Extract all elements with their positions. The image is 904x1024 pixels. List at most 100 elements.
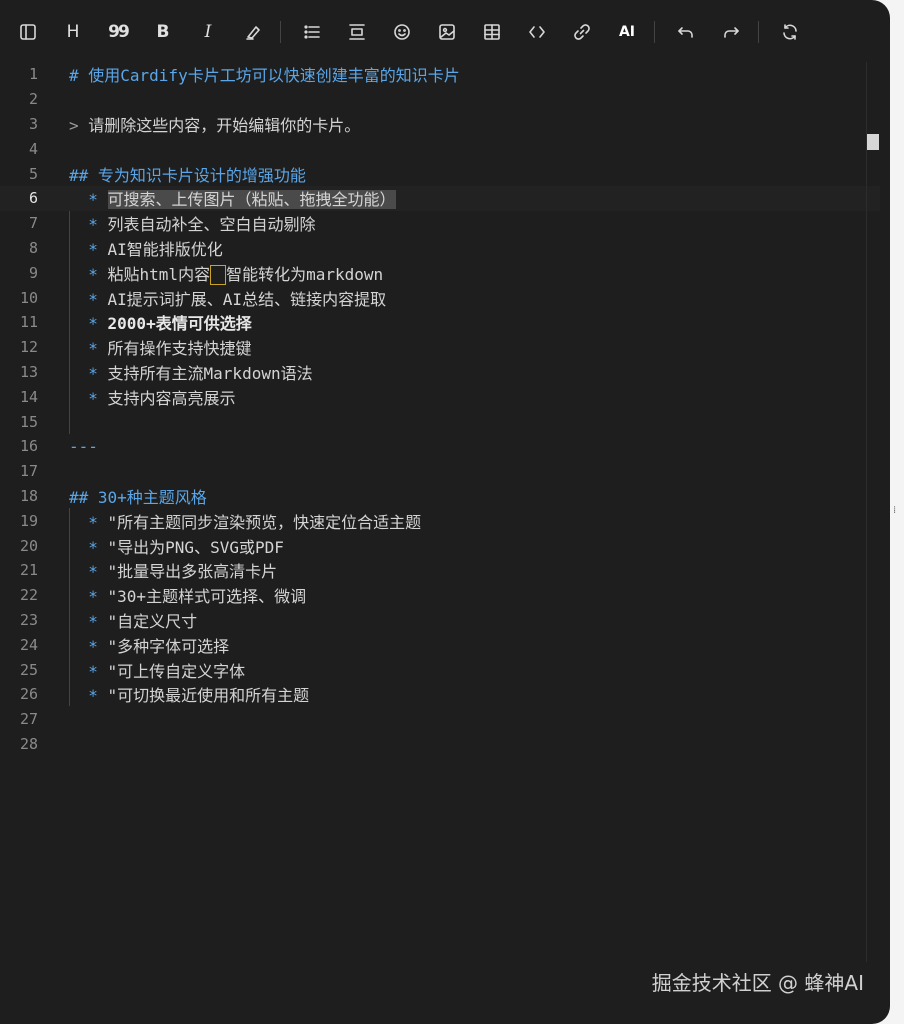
quote-icon: 99 [108,22,130,42]
line-number: 11 [19,313,38,332]
editor-line[interactable]: 25 * "可上传自定义字体 [0,657,880,682]
editor-line[interactable]: 13 * 支持所有主流Markdown语法 [0,360,880,385]
line-number: 19 [19,511,38,530]
redo-button[interactable] [717,18,745,46]
line-number: 20 [19,536,38,555]
line-number: 13 [19,362,38,381]
undo-icon [678,27,693,38]
highlight-button[interactable] [239,18,267,46]
editor-line[interactable]: 14 * 支持内容高亮展示 [0,384,880,409]
editor-line[interactable]: 1 # 使用Cardify卡片工坊可以快速创建丰富的知识卡片 [0,62,880,87]
heading-icon: H [66,22,80,42]
line-number: 23 [19,610,38,629]
editor-line[interactable]: 3 > 请删除这些内容，开始编辑你的卡片。 [0,112,880,137]
editor-line[interactable]: 10 * AI提示词扩展、AI总结、链接内容提取 [0,285,880,310]
list-item-text: 所有操作支持快捷键 [107,339,252,359]
list-bullet: * [88,190,108,210]
italic-button[interactable]: I [194,18,222,46]
scrollbar-thumb[interactable] [867,134,879,150]
list-icon [304,25,320,39]
ai-button[interactable]: AI [613,18,641,46]
editor-line[interactable]: 24 * "多种字体可选择 [0,632,880,657]
list-item-text: "批量导出多张高清卡片 [107,562,278,582]
list-bullet: * [88,512,108,532]
image-icon [439,24,455,40]
line-number: 4 [28,139,38,158]
highlighter-icon [246,26,260,40]
line-number: 12 [19,338,38,357]
code-icon [529,26,545,38]
list-bullet: * [88,562,108,582]
sidebar-icon [20,24,36,40]
bold-button[interactable]: B [149,18,177,46]
undo-button[interactable] [672,18,700,46]
heading-marker: ## [69,165,98,185]
toolbar-divider [654,21,655,43]
editor-line[interactable]: 21 * "批量导出多张高清卡片 [0,558,880,583]
line-number: 18 [19,486,38,505]
editor-line[interactable]: 15 [0,409,880,434]
image-button[interactable] [433,18,461,46]
emoji-icon [394,24,410,40]
line-number: 27 [19,710,38,729]
editor-line[interactable]: 4 [0,136,880,161]
line-number: 5 [28,164,38,183]
emoji-button[interactable] [388,18,416,46]
align-button[interactable] [343,18,371,46]
list-item-text: 粘贴html内容 [107,264,211,284]
editor-line-current[interactable]: 6 * 可搜索、上传图片（粘贴、拖拽全功能） [0,186,880,211]
list-item-text: "可上传自定义字体 [107,661,246,681]
editor-line[interactable]: 12 * 所有操作支持快捷键 [0,335,880,360]
list-bullet: * [88,363,108,383]
editor-line[interactable]: 18 ## 30+种主题风格 [0,484,880,509]
list-button[interactable] [298,18,326,46]
code-button[interactable] [523,18,551,46]
refresh-button[interactable] [776,18,804,46]
editor-line[interactable]: 16 --- [0,434,880,459]
sidebar-toggle-button[interactable] [14,18,42,46]
heading-button[interactable]: H [59,18,87,46]
table-button[interactable] [478,18,506,46]
heading-marker: ## [69,487,98,507]
editor-line[interactable]: 5 ## 专为知识卡片设计的增强功能 [0,161,880,186]
editor-line[interactable]: 7 * 列表自动补全、空白自动剔除 [0,211,880,236]
redo-icon [724,27,739,38]
editor-line[interactable]: 19 * "所有主题同步渲染预览，快速定位合适主题 [0,508,880,533]
selected-text: 可搜索、上传图片（粘贴、拖拽全功能） [107,190,396,210]
editor-line[interactable]: 26 * "可切换最近使用和所有主题 [0,682,880,707]
editor-line[interactable]: 8 * AI智能排版优化 [0,236,880,261]
quote-button[interactable]: 99 [104,18,132,46]
editor-line[interactable]: 11 * 2000+表情可供选择 [0,310,880,335]
editor-line[interactable]: 2 [0,87,880,112]
link-button[interactable] [568,18,596,46]
list-bullet: * [88,339,108,359]
toolbar-divider [280,21,281,43]
line-number: 21 [19,561,38,580]
line-number: 16 [19,437,38,456]
editor-line[interactable]: 17 [0,459,880,484]
editor-line[interactable]: 22 * "30+主题样式可选择、微调 [0,583,880,608]
editor-line[interactable]: 23 * "自定义尺寸 [0,608,880,633]
link-icon [574,24,590,40]
resize-handle-icon[interactable]: ⁞ [893,505,901,521]
list-item-text: 2000+表情可供选择 [107,314,252,334]
bold-icon: B [156,22,170,42]
heading-marker: # [69,66,89,86]
editor-line[interactable]: 9 * 粘贴html内容 智能转化为markdown [0,260,880,286]
editor-line[interactable]: 27 [0,707,880,732]
quote-marker: > [69,115,89,135]
editor-line[interactable]: 20 * "导出为PNG、SVG或PDF [0,533,880,558]
align-icon [349,24,365,40]
editor-line[interactable]: 28 [0,732,880,757]
list-bullet: * [88,215,108,235]
line-number: 22 [19,586,38,605]
list-item-text: 列表自动补全、空白自动剔除 [107,215,316,235]
line-number: 26 [19,685,38,704]
scrollbar-track[interactable] [866,62,881,962]
line-number: 14 [19,387,38,406]
list-item-text: "可切换最近使用和所有主题 [107,686,310,706]
horizontal-rule-text: --- [69,436,98,456]
markdown-editor[interactable]: 1 # 使用Cardify卡片工坊可以快速创建丰富的知识卡片 2 3 > 请删除这些… [0,62,880,962]
list-bullet: * [88,388,108,408]
list-bullet: * [88,636,108,656]
